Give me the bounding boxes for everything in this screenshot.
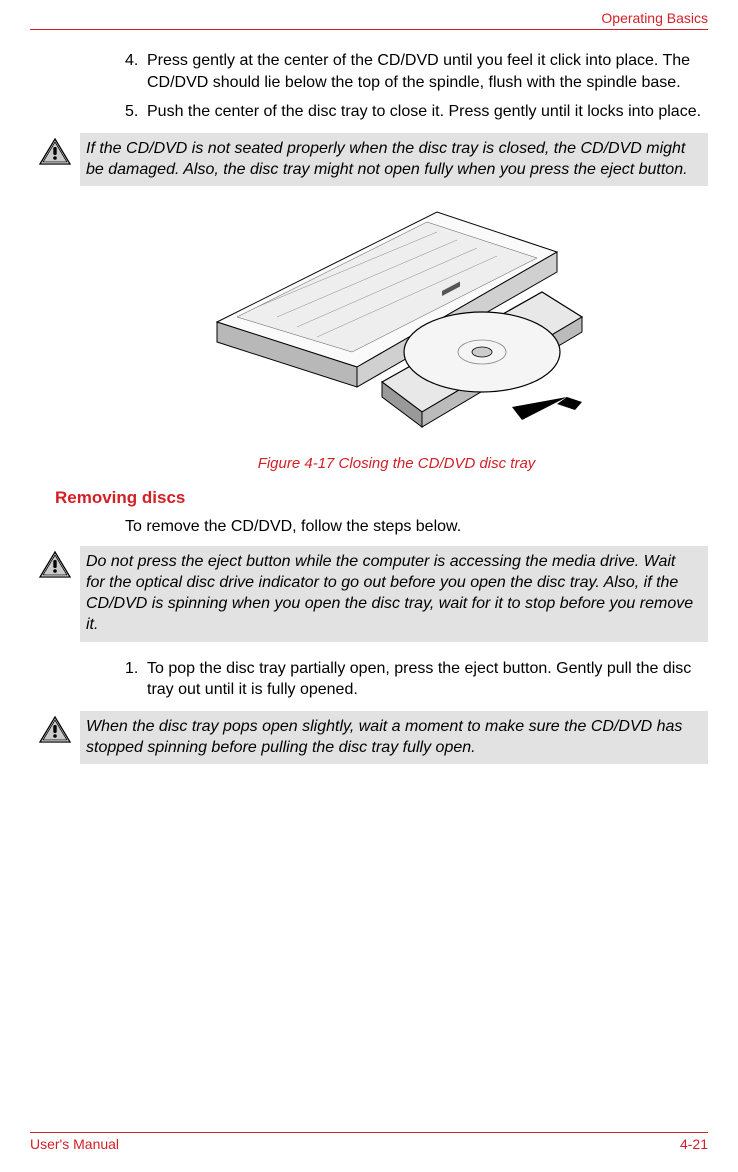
warning-icon — [30, 133, 80, 187]
header-title: Operating Basics — [30, 10, 708, 26]
caution-text: When the disc tray pops open slightly, w… — [80, 711, 708, 765]
warning-icon — [30, 711, 80, 765]
footer-rule — [30, 1132, 708, 1133]
step-1: 1. To pop the disc tray partially open, … — [125, 658, 708, 701]
step-number: 4. — [125, 50, 147, 93]
caution-text: If the CD/DVD is not seated properly whe… — [80, 133, 708, 187]
step-text: Press gently at the center of the CD/DVD… — [147, 50, 708, 93]
step-text: To pop the disc tray partially open, pre… — [147, 658, 708, 701]
warning-icon — [30, 546, 80, 641]
figure-image — [85, 202, 708, 447]
page-header: Operating Basics — [30, 0, 708, 30]
step-text: Push the center of the disc tray to clos… — [147, 101, 701, 123]
intro-text: To remove the CD/DVD, follow the steps b… — [125, 518, 708, 536]
figure-caption: Figure 4-17 Closing the CD/DVD disc tray — [85, 455, 708, 472]
caution-box-3: When the disc tray pops open slightly, w… — [30, 711, 708, 765]
step-number: 1. — [125, 658, 147, 701]
footer-left: User's Manual — [30, 1136, 119, 1152]
footer-text: User's Manual 4-21 — [30, 1136, 708, 1152]
step-5: 5. Push the center of the disc tray to c… — [125, 101, 708, 123]
caution-box-1: If the CD/DVD is not seated properly whe… — [30, 133, 708, 187]
section-heading: Removing discs — [55, 488, 708, 508]
caution-box-2: Do not press the eject button while the … — [30, 546, 708, 641]
caution-text: Do not press the eject button while the … — [80, 546, 708, 641]
page-content: 4. Press gently at the center of the CD/… — [30, 30, 708, 764]
footer-right: 4-21 — [680, 1136, 708, 1152]
page-footer: User's Manual 4-21 — [30, 1132, 708, 1152]
step-number: 5. — [125, 101, 147, 123]
step-4: 4. Press gently at the center of the CD/… — [125, 50, 708, 93]
